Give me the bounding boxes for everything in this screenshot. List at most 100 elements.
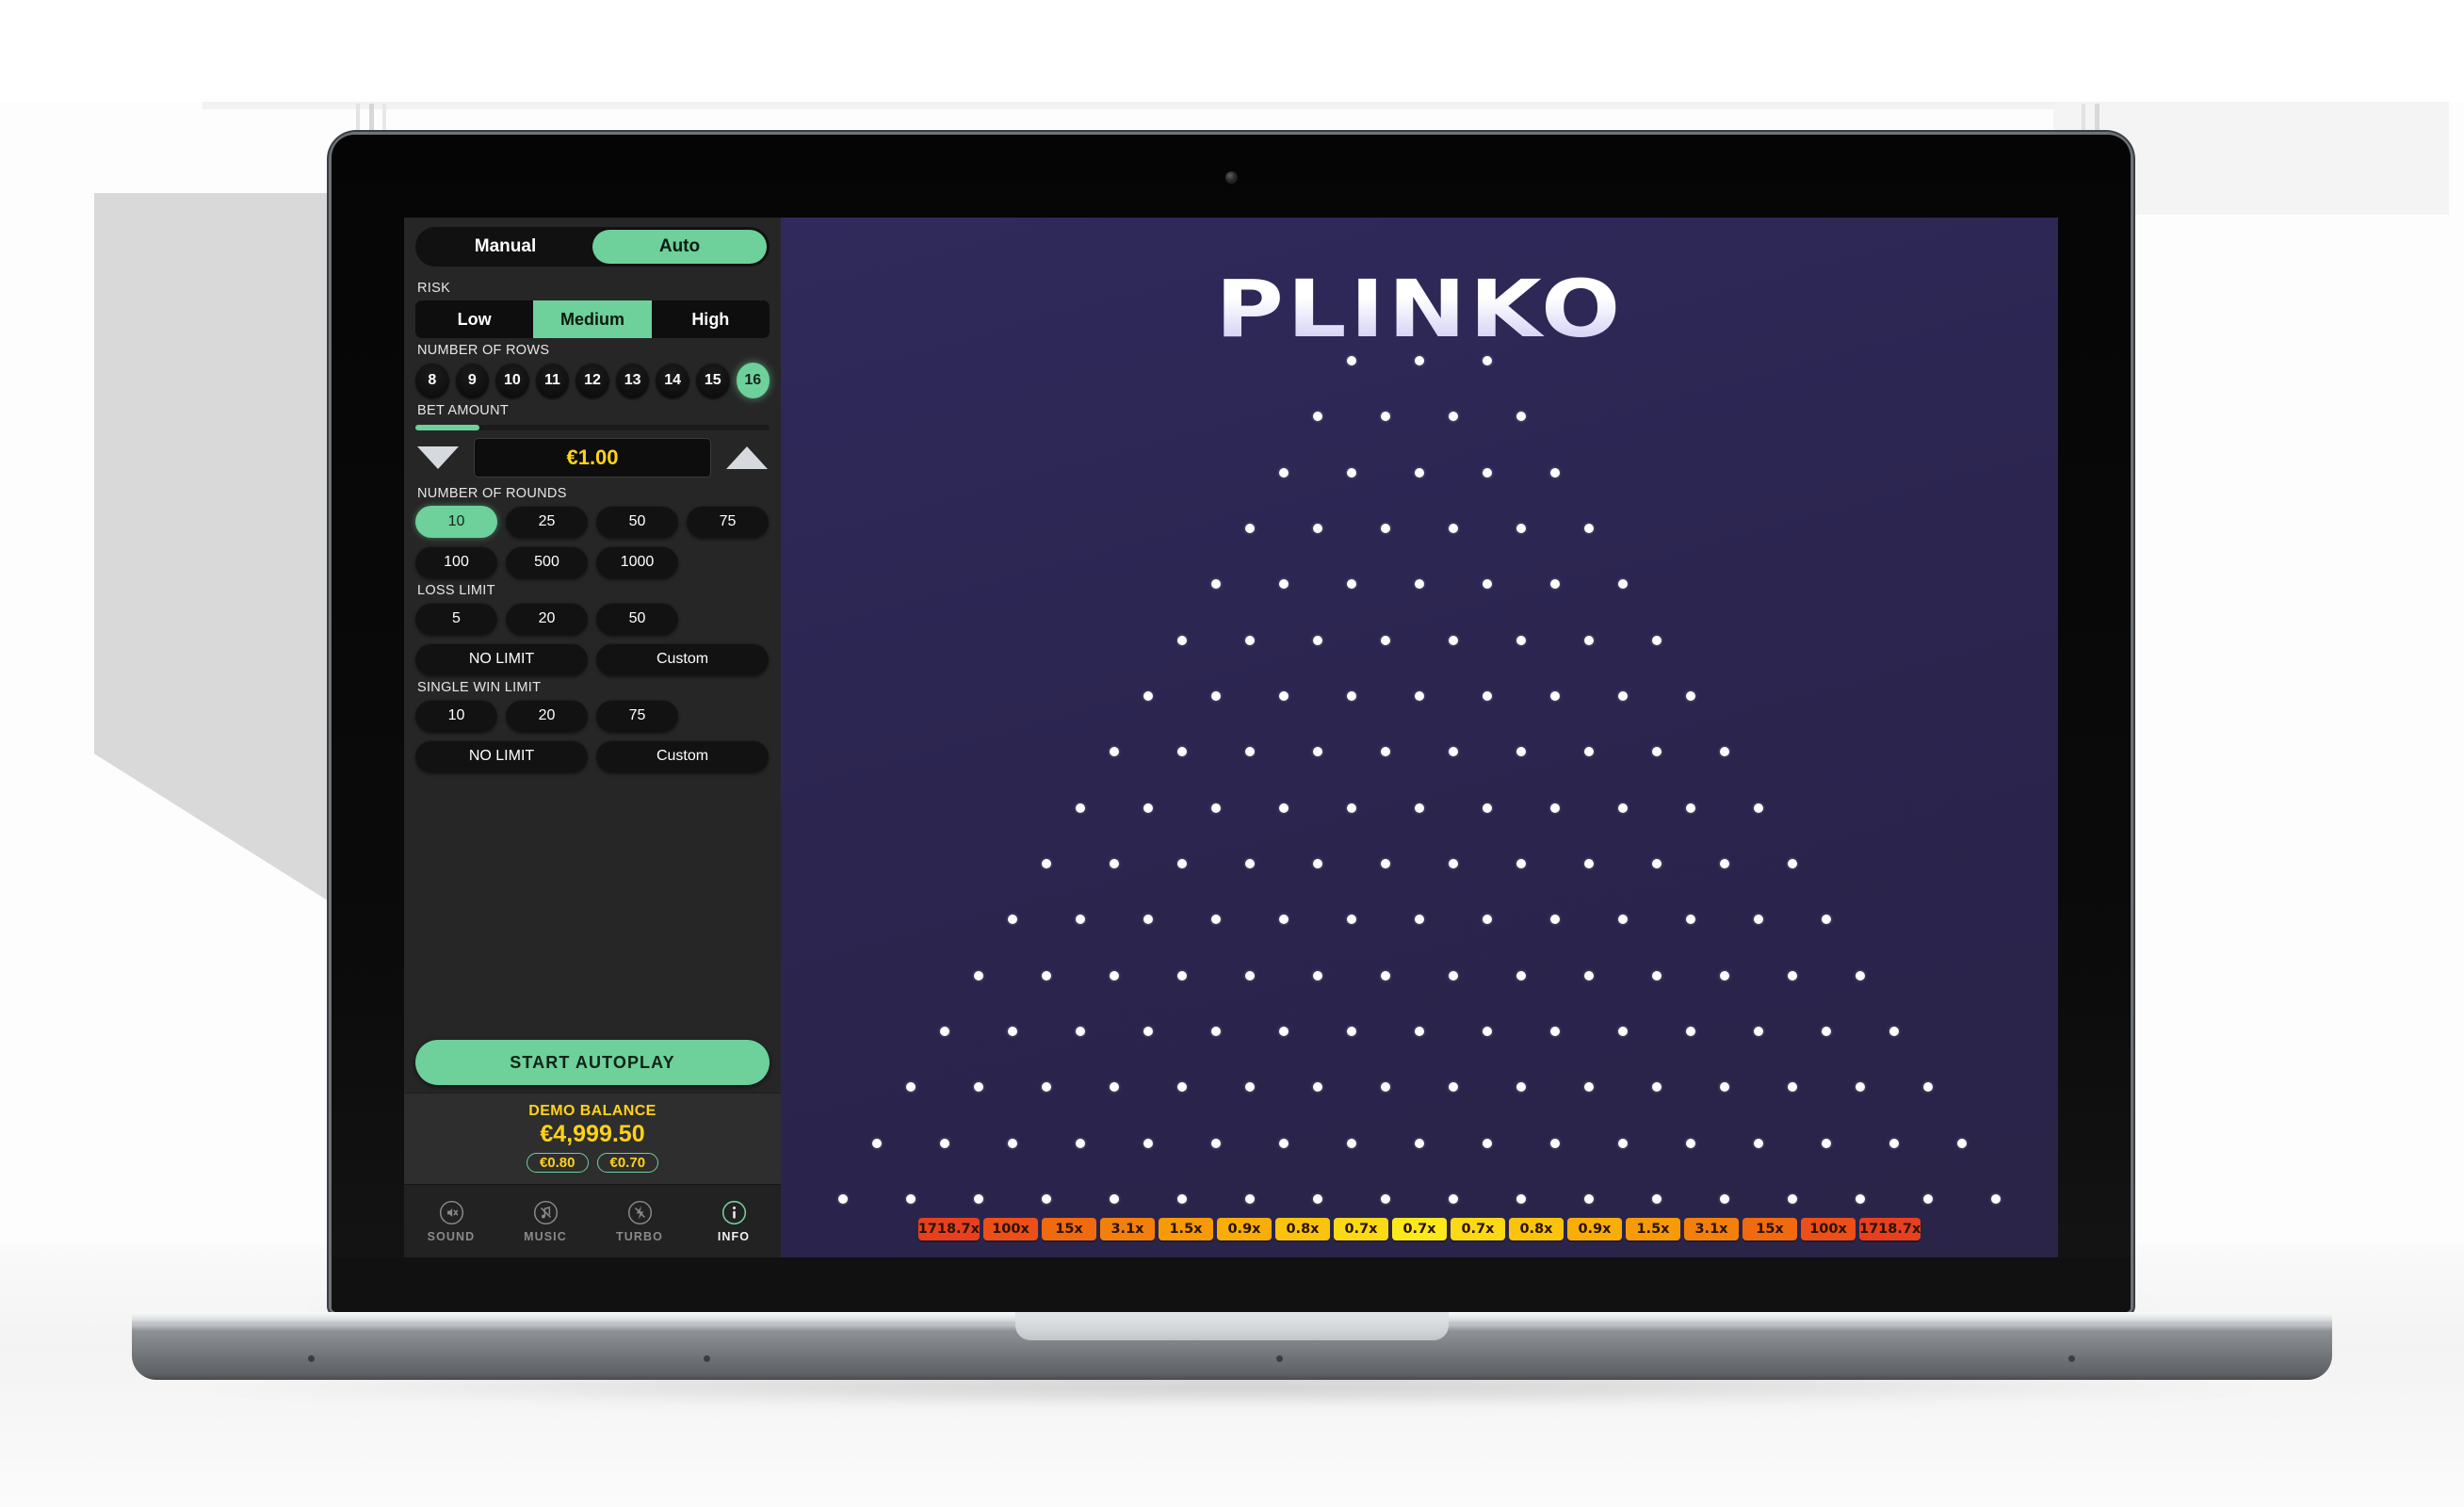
balance-chip-2: €0.70 <box>596 1153 659 1173</box>
peg <box>1211 915 1221 925</box>
toolbar-item-sound[interactable]: SOUND <box>404 1200 498 1243</box>
rows-option-10[interactable]: 10 <box>495 363 529 398</box>
start-autoplay-button[interactable]: START AUTOPLAY <box>415 1040 770 1085</box>
peg <box>1211 802 1221 813</box>
peg <box>1211 1027 1221 1036</box>
background-stripe <box>2082 104 2085 136</box>
laptop-lid: Manual Auto RISK Low Medium High NUMBER … <box>332 135 2131 1312</box>
bet-amount-stepper: €1.00 <box>415 438 770 478</box>
peg <box>1177 970 1187 980</box>
rounds-option-1000[interactable]: 1000 <box>596 546 678 578</box>
peg <box>1449 970 1458 980</box>
rows-option-15[interactable]: 15 <box>695 363 730 398</box>
peg <box>1211 579 1221 590</box>
peg <box>1754 1138 1763 1148</box>
peg <box>1143 915 1153 925</box>
laptop-bezel: Manual Auto RISK Low Medium High NUMBER … <box>332 135 2131 1312</box>
peg <box>1483 1027 1492 1036</box>
loss-limit-custom[interactable]: Custom <box>596 643 769 675</box>
multiplier-slot-4: 1.5x <box>1159 1218 1213 1240</box>
rows-option-11[interactable]: 11 <box>535 363 570 398</box>
single-win-limit-option-10[interactable]: 10 <box>415 700 497 732</box>
peg <box>1347 691 1356 701</box>
peg <box>1143 1027 1153 1036</box>
laptop-base-notch <box>1015 1312 1449 1340</box>
risk-option-high[interactable]: High <box>652 300 770 338</box>
plinko-game-area[interactable]: PLINKO 1718.7x 100x 15x 3.1x 1.5x 0.9x 0.8x 0.7… <box>781 218 2058 1257</box>
rows-option-8[interactable]: 8 <box>415 363 449 398</box>
peg <box>1584 747 1594 757</box>
peg <box>1483 691 1492 701</box>
rounds-option-100[interactable]: 100 <box>415 546 497 578</box>
peg <box>1177 635 1187 645</box>
toolbar-item-turbo[interactable]: TURBO <box>592 1200 687 1243</box>
loss-limit-label: LOSS LIMIT <box>417 583 495 598</box>
peg <box>1449 635 1458 645</box>
single-win-limit-no-limit[interactable]: NO LIMIT <box>415 740 588 772</box>
peg <box>1279 1138 1289 1148</box>
loss-limit-option-50[interactable]: 50 <box>596 603 678 635</box>
peg <box>1007 915 1017 925</box>
multiplier-slot-2: 15x <box>1042 1218 1096 1240</box>
peg <box>1244 524 1255 533</box>
toolbar-label-turbo: TURBO <box>616 1229 663 1243</box>
risk-option-low[interactable]: Low <box>415 300 533 338</box>
peg <box>1415 467 1424 478</box>
peg <box>1618 802 1628 813</box>
triangle-up-icon[interactable] <box>726 446 768 469</box>
peg <box>1347 915 1356 925</box>
peg <box>1822 915 1831 925</box>
peg-board <box>781 218 2058 1257</box>
peg <box>1279 691 1289 701</box>
bet-amount-slider[interactable] <box>415 425 770 430</box>
risk-selector[interactable]: Low Medium High <box>415 300 770 338</box>
peg <box>1483 467 1492 478</box>
peg <box>1244 859 1255 868</box>
peg <box>974 970 983 980</box>
peg <box>940 1027 949 1036</box>
rows-option-12[interactable]: 12 <box>575 363 609 398</box>
tab-auto[interactable]: Auto <box>592 230 767 264</box>
rows-option-9[interactable]: 9 <box>455 363 490 398</box>
triangle-down-icon[interactable] <box>417 446 459 469</box>
rows-option-14[interactable]: 14 <box>656 363 689 398</box>
toolbar-item-info[interactable]: INFO <box>687 1200 781 1243</box>
peg <box>1618 1138 1628 1148</box>
peg <box>1550 1138 1560 1148</box>
bet-amount-value[interactable]: €1.00 <box>474 438 711 478</box>
peg <box>1483 356 1492 365</box>
peg <box>1822 1027 1831 1036</box>
risk-option-medium[interactable]: Medium <box>533 300 652 338</box>
peg <box>1076 802 1085 813</box>
rounds-option-500[interactable]: 500 <box>506 546 588 578</box>
rounds-option-10[interactable]: 10 <box>415 506 497 538</box>
balance-amount: €4,999.50 <box>540 1121 645 1147</box>
multiplier-slot-14: 15x <box>1743 1218 1797 1240</box>
tab-manual[interactable]: Manual <box>418 230 592 264</box>
peg <box>1652 859 1662 868</box>
loss-limit-option-5[interactable]: 5 <box>415 603 497 635</box>
loss-limit-no-limit[interactable]: NO LIMIT <box>415 643 588 675</box>
rows-option-13[interactable]: 13 <box>615 363 650 398</box>
loss-limit-option-20[interactable]: 20 <box>506 603 588 635</box>
peg <box>1652 1194 1662 1204</box>
rows-selector[interactable]: 8 9 10 11 12 13 14 15 16 <box>415 363 770 398</box>
peg <box>1244 747 1255 757</box>
single-win-limit-option-20[interactable]: 20 <box>506 700 588 732</box>
rows-option-16[interactable]: 16 <box>736 363 770 398</box>
laptop-foot <box>704 1355 711 1362</box>
rounds-option-75[interactable]: 75 <box>687 506 769 538</box>
peg <box>1618 579 1628 590</box>
single-win-limit-option-75[interactable]: 75 <box>596 700 678 732</box>
peg <box>1415 1138 1424 1148</box>
single-win-limit-custom[interactable]: Custom <box>596 740 769 772</box>
peg <box>906 1194 916 1204</box>
toolbar-item-music[interactable]: MUSIC <box>498 1200 592 1243</box>
loss-limit-selector: 5 20 50 <box>415 603 770 635</box>
peg <box>1550 579 1560 590</box>
rounds-option-25[interactable]: 25 <box>506 506 588 538</box>
mode-toggle[interactable]: Manual Auto <box>415 227 770 267</box>
peg <box>1244 970 1255 980</box>
peg <box>1483 1138 1492 1148</box>
rounds-option-50[interactable]: 50 <box>596 506 678 538</box>
